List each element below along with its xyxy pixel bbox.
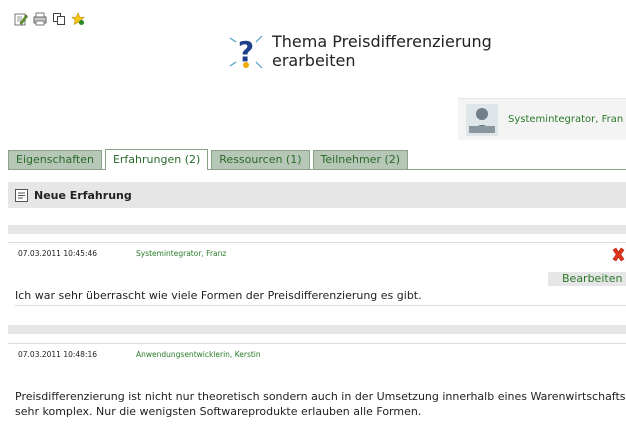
favorite-star-icon[interactable] [71, 12, 85, 26]
page-title: Thema Preisdifferenzierung erarbeiten [272, 32, 512, 70]
print-icon[interactable] [33, 12, 47, 26]
tab-erfahrungen[interactable]: Erfahrungen (2) [104, 149, 209, 170]
entry-author[interactable]: Systemintegrator, Franz [136, 249, 226, 258]
entry-separator [8, 325, 626, 334]
current-user-name[interactable]: Systemintegrator, Fran [508, 114, 623, 125]
entry-text-line1: Preisdifferenzierung ist nicht nur theor… [15, 390, 626, 403]
entry-date: 07.03.2011 10:45:46 [18, 249, 98, 258]
entry-text-line2: sehr komplex. Nur die wenigsten Software… [15, 405, 422, 418]
entry-separator [8, 225, 626, 234]
page-title-line2: erarbeiten [272, 51, 356, 70]
current-user-box: Systemintegrator, Fran [458, 98, 626, 140]
question-mark-icon: ? [229, 35, 263, 69]
user-avatar-icon [466, 103, 498, 136]
entry-header: 07.03.2011 10:48:16 Anwendungsentwickler… [8, 343, 626, 365]
tab-bar: Eigenschaften Erfahrungen (2) Ressourcen… [8, 149, 626, 170]
edit-button[interactable]: Bearbeiten [548, 272, 626, 286]
new-experience-button[interactable]: Neue Erfahrung [8, 182, 626, 208]
copy-icon[interactable] [52, 12, 66, 26]
entry-date: 07.03.2011 10:48:16 [18, 350, 98, 359]
entry-author[interactable]: Anwendungsentwicklerin, Kerstin [136, 350, 261, 359]
tab-ressourcen[interactable]: Ressourcen (1) [211, 150, 310, 169]
page-title-area: ? Thema Preisdifferenzierung erarbeiten [226, 32, 512, 72]
entry-header: 07.03.2011 10:45:46 Systemintegrator, Fr… [8, 242, 626, 264]
entry-text: Ich war sehr überrascht wie viele Formen… [15, 288, 626, 306]
delete-icon[interactable] [611, 247, 626, 262]
tab-eigenschaften[interactable]: Eigenschaften [8, 150, 102, 169]
new-entry-icon [15, 188, 28, 202]
tab-teilnehmer[interactable]: Teilnehmer (2) [312, 150, 409, 169]
edit-icon[interactable] [14, 12, 28, 26]
new-experience-label: Neue Erfahrung [34, 188, 132, 202]
toolbar [14, 12, 85, 26]
page-title-line1: Thema Preisdifferenzierung [272, 32, 492, 51]
